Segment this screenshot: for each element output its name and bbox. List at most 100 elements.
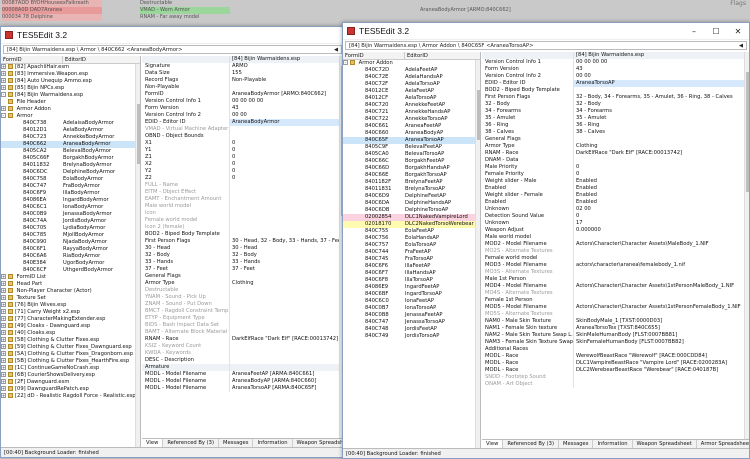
- field-value[interactable]: AraneaFeetAP [ARMA:840C661]: [230, 371, 344, 378]
- tree-row[interactable]: + [6B] CourierShowsDelivery.esp: [1, 372, 140, 379]
- tree-row[interactable]: 840C660 AraneaBodyAP: [343, 130, 480, 137]
- tree-row[interactable]: 840C757 EolaTorsoAP: [343, 242, 480, 249]
- tree-row[interactable]: 840C6C0 IonaFeetAP: [343, 298, 480, 305]
- record-field-row[interactable]: KWDA - Keywords: [142, 350, 344, 357]
- field-value[interactable]: [574, 234, 749, 241]
- tree-row[interactable]: 840C662 AraneaBodyArmor: [1, 141, 140, 148]
- tree-row[interactable]: + [5B] Clothing & Clutter Fixes_HearthFir…: [1, 358, 140, 365]
- field-value[interactable]: ARMO: [230, 63, 344, 70]
- tree-row[interactable]: 84012CF AelaTorsoAP: [343, 95, 480, 102]
- tree-row[interactable]: 840C6DC DelphineBodyArmor: [1, 169, 140, 176]
- field-value[interactable]: 37 - Feet: [230, 266, 344, 273]
- tree-row[interactable]: + [49] Cloaks - Dawnguard.esp: [1, 323, 140, 330]
- collapse-icon[interactable]: -: [343, 60, 348, 65]
- tree-row[interactable]: + [09] DawnguardRePatch.esp: [1, 386, 140, 393]
- tree-row[interactable]: 840C758 EolaBodyArmor: [1, 176, 140, 183]
- record-field-row[interactable]: EAMT - Enchantment Amount: [142, 196, 344, 203]
- expand-icon[interactable]: +: [1, 337, 6, 342]
- navigate-icon[interactable]: ◀: [739, 42, 743, 49]
- tree-row[interactable]: 840C6F6 IllaFeetAP: [343, 263, 480, 270]
- field-value[interactable]: [574, 290, 749, 297]
- tab-view[interactable]: View: [142, 439, 164, 447]
- tree-scrollbar[interactable]: [475, 60, 480, 448]
- field-value[interactable]: 00 00 00 00: [230, 98, 344, 105]
- tree-row[interactable]: File Header: [1, 99, 140, 106]
- record-field-row[interactable]: First Person Flags 32 - Body, 34 - Forear…: [482, 94, 749, 101]
- record-field-row[interactable]: Weapon Adjust 0.000000: [482, 227, 749, 234]
- record-field-row[interactable]: EDID - Editor ID AraneaBodyArmor: [142, 119, 344, 126]
- field-value[interactable]: [230, 133, 344, 140]
- field-value[interactable]: 32 - Body: [230, 252, 344, 259]
- record-field-row[interactable]: Y2 0: [142, 168, 344, 175]
- record-field-row[interactable]: MOD2 - Model Filename Actors\Character\Ch…: [482, 241, 749, 248]
- record-field-row[interactable]: Female world model: [482, 255, 749, 262]
- tab-view[interactable]: View: [482, 440, 504, 448]
- expand-icon[interactable]: +: [1, 379, 6, 384]
- tree-row[interactable]: 840C720 AnnekkeFeetAP: [343, 102, 480, 109]
- tree-row[interactable]: + Head Part: [1, 281, 140, 288]
- field-value[interactable]: [574, 157, 749, 164]
- tree-row[interactable]: 84011832 BrelynaBodyArmor: [1, 162, 140, 169]
- maximize-icon[interactable]: ☐: [705, 23, 727, 40]
- tree-row[interactable]: 840C65F AraneaTorsoAP: [343, 137, 480, 144]
- tree-row[interactable]: 84012CE AelaFeetAP: [343, 88, 480, 95]
- field-value[interactable]: [230, 231, 344, 238]
- record-field-row[interactable]: Data Size 155: [142, 70, 344, 77]
- field-value[interactable]: 30 - Head, 32 - Body, 33 - Hands, 37 - F…: [230, 238, 344, 245]
- record-field-row[interactable]: Version Control Info 2 00 00: [142, 112, 344, 119]
- tree-row[interactable]: + [82] ApachiiHair.esm: [1, 64, 140, 71]
- tree-row[interactable]: 840C990 NjadaBodyArmor: [1, 239, 140, 246]
- tree-row[interactable]: + [77] CharacterMakingExtender.esp: [1, 316, 140, 323]
- field-value[interactable]: [230, 203, 344, 210]
- field-value[interactable]: 02 00: [574, 206, 749, 213]
- field-value[interactable]: [574, 311, 749, 318]
- tab-messages[interactable]: Messages: [559, 440, 594, 448]
- field-value[interactable]: 43: [574, 66, 749, 73]
- field-value[interactable]: [230, 217, 344, 224]
- field-value[interactable]: [230, 84, 344, 91]
- record-field-row[interactable]: Version Control Info 2 00 00: [482, 73, 749, 80]
- field-value[interactable]: 33 - Hands: [230, 259, 344, 266]
- record-field-row[interactable]: MODL - Model Filename AraneaBodyAP [ARMA:…: [142, 378, 344, 385]
- record-field-row[interactable]: DESC - Description: [142, 357, 344, 364]
- tree-row[interactable]: 840C705 LydiaBodyArmor: [1, 225, 140, 232]
- expand-icon[interactable]: +: [1, 344, 6, 349]
- expand-icon[interactable]: +: [1, 281, 6, 286]
- minimize-icon[interactable]: –: [683, 23, 705, 40]
- tree-row[interactable]: 840C723 AnnekkeBodyArmor: [1, 134, 140, 141]
- field-value[interactable]: WerewolfBeastRace "Werewolf" [RACE:000CD…: [574, 353, 749, 360]
- field-value[interactable]: [230, 189, 344, 196]
- tree-row[interactable]: + [71] Carry Weight x2.esp: [1, 309, 140, 316]
- tree-row[interactable]: + [84] Auto Unequip Ammo.esp: [1, 78, 140, 85]
- field-value[interactable]: 17: [574, 220, 749, 227]
- field-value[interactable]: 0: [574, 164, 749, 171]
- field-value[interactable]: 34 - Forearms: [574, 108, 749, 115]
- record-field-row[interactable]: YNAM - Sound - Pick Up: [142, 294, 344, 301]
- tree-row[interactable]: - Armor Addon: [343, 60, 480, 67]
- tree-row[interactable]: 84011831 BrelynaTorsoAP: [343, 186, 480, 193]
- tree-row[interactable]: + [83] Immersive.Weapon.esp: [1, 71, 140, 78]
- expand-icon[interactable]: +: [1, 309, 6, 314]
- record-field-row[interactable]: Z2 0: [142, 175, 344, 182]
- record-field-row[interactable]: Additional Races: [482, 346, 749, 353]
- tree-row[interactable]: 840C785 MjollBodyArmor: [1, 232, 140, 239]
- tree-row[interactable]: 84086EA IngardBodyArmor: [1, 197, 140, 204]
- field-value[interactable]: 38 - Calves: [574, 129, 749, 136]
- tree-row[interactable]: + [22] dD - Realistic Ragdoll Force - Rea…: [1, 393, 140, 400]
- field-value[interactable]: [574, 374, 749, 381]
- field-value[interactable]: 0: [230, 154, 344, 161]
- tree-row[interactable]: 840C744 FraFeetAP: [343, 249, 480, 256]
- field-value[interactable]: Clothing: [574, 143, 749, 150]
- field-value[interactable]: 0.000000: [574, 227, 749, 234]
- record-field-row[interactable]: Armor Type Clothing: [482, 143, 749, 150]
- field-value[interactable]: 36 - Ring: [574, 122, 749, 129]
- record-field-row[interactable]: MO3S - Alternate Textures: [482, 269, 749, 276]
- field-value[interactable]: SkinBodyMale_1 [TXST:0000D03]: [574, 318, 749, 325]
- field-value[interactable]: [230, 126, 344, 133]
- record-field-row[interactable]: MODL - Model Filename AraneaTorsoAP [ARMA…: [142, 385, 344, 392]
- tab-information[interactable]: Information: [253, 439, 293, 447]
- tree-row[interactable]: 840C72F AdelaTorsoAP: [343, 81, 480, 88]
- tree-row[interactable]: 840C6D9 DelphineFeetAP: [343, 193, 480, 200]
- record-field-row[interactable]: NAM3 - Female Skin Texture Swap... SkinFe…: [482, 339, 749, 346]
- record-field-row[interactable]: 32 - Body 32 - Body: [142, 252, 344, 259]
